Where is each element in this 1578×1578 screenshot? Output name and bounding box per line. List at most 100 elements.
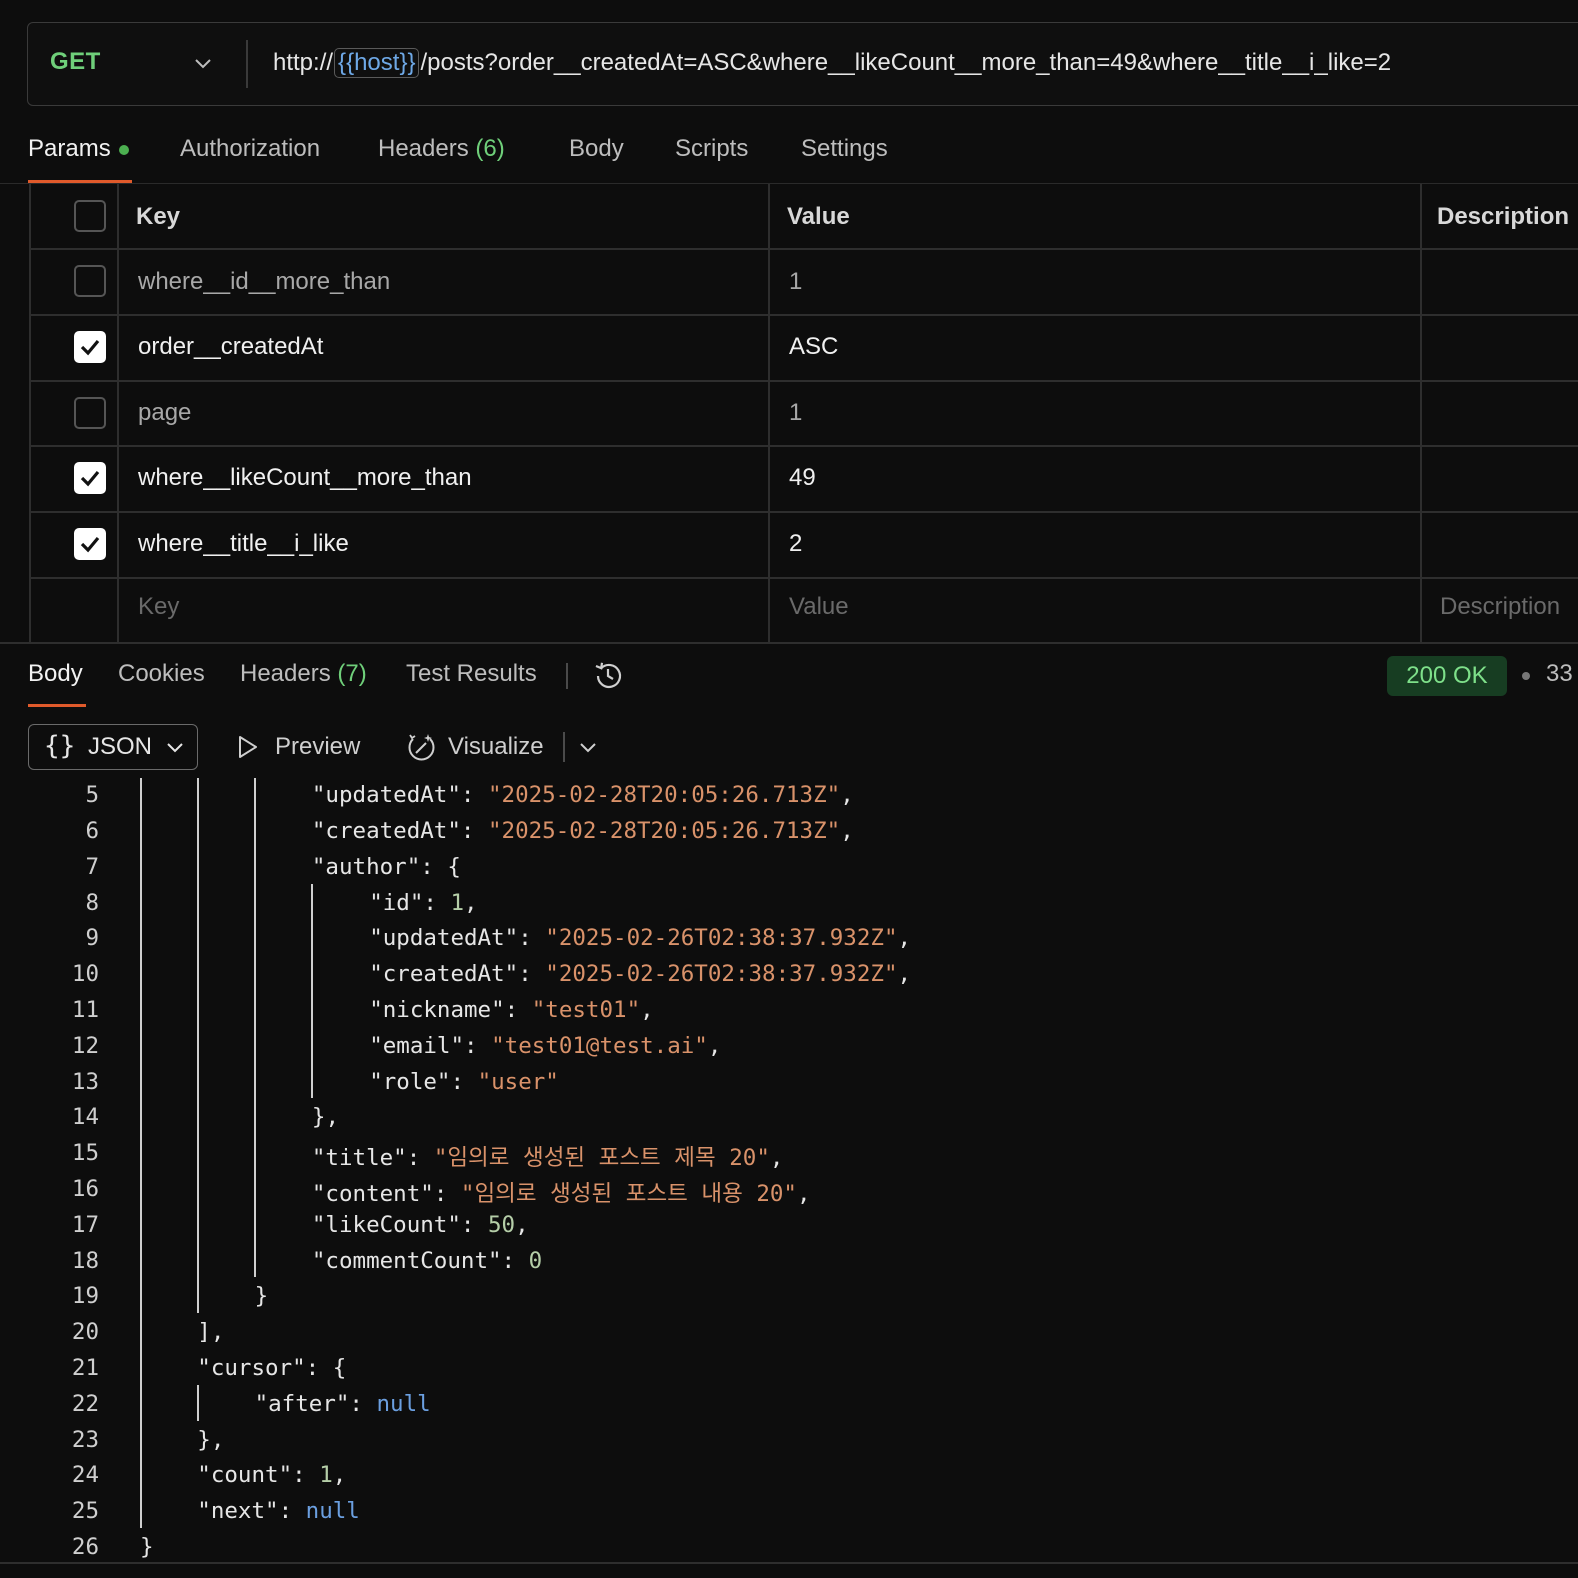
line-number: 8 [85,889,99,916]
line-number: 14 [71,1104,99,1131]
history-icon[interactable] [591,659,625,693]
indent-guide [254,778,256,1278]
param-checkbox[interactable] [74,265,106,297]
param-value[interactable]: 2 [789,530,802,558]
divider [29,511,1578,513]
new-param-value-input[interactable]: Value [789,593,849,621]
param-value[interactable]: 49 [789,464,816,492]
param-key[interactable]: order__createdAt [138,333,323,361]
params-active-dot [118,144,129,155]
line-number: 23 [71,1426,99,1453]
param-checkbox[interactable] [74,397,106,429]
tab-headers-label: Headers [378,135,469,162]
code-line: ], [197,1319,225,1346]
tab-params[interactable]: Params [28,135,129,163]
divider [768,184,770,642]
line-number: 22 [71,1390,99,1417]
chevron-down-icon[interactable] [192,52,214,74]
divider [29,184,31,642]
code-line: } [140,1534,154,1558]
indent-guide [197,1384,199,1421]
code-line: "after": null [254,1390,431,1417]
url-variable[interactable]: {{host}} [334,48,420,78]
preview-button[interactable]: Preview [275,733,360,761]
response-tab-body[interactable]: Body [28,660,83,688]
separator-dot [1522,672,1530,680]
code-line: "content": "임의로 생성된 포스트 내용 20", [311,1181,811,1207]
line-number: 15 [71,1140,99,1167]
line-number: 24 [71,1462,99,1489]
divider [29,314,1578,316]
code-line: "author": { [311,853,461,880]
tab-headers[interactable]: Headers (6) [378,135,505,163]
url-divider [246,40,248,88]
tab-body[interactable]: Body [569,135,624,163]
select-all-checkbox[interactable] [74,200,106,232]
divider [29,577,1578,579]
code-line: "next": null [197,1498,360,1525]
method-select[interactable]: GET [50,48,101,76]
param-key[interactable]: page [138,399,191,427]
code-line: "likeCount": 50, [311,1211,529,1238]
param-key[interactable]: where__title__i_like [138,530,349,558]
code-line: "title": "임의로 생성된 포스트 제목 20", [311,1145,784,1172]
url-path: /posts?order__createdAt=ASC&where__likeC… [420,49,1392,76]
line-number: 25 [71,1498,99,1525]
line-number: 7 [85,853,99,880]
params-table [29,184,1578,642]
response-tab-cookies[interactable]: Cookies [118,660,205,688]
param-checkbox[interactable] [74,528,106,560]
code-line: "id": 1, [369,889,478,916]
new-param-description-input[interactable]: Description [1440,593,1560,621]
code-line: "count": 1, [197,1462,347,1489]
response-tab-headers[interactable]: Headers (7) [240,660,367,688]
pane-divider[interactable] [0,642,1578,644]
code-line: "createdAt": "2025-02-26T02:38:37.932Z", [369,961,912,988]
line-number: 18 [71,1247,99,1274]
param-checkbox[interactable] [74,331,106,363]
new-param-key-input[interactable]: Key [138,593,179,621]
response-tab-test-results[interactable]: Test Results [406,660,537,688]
divider [29,445,1578,447]
response-time: 33 [1546,660,1573,687]
visualize-icon[interactable] [404,731,438,765]
response-tab-headers-count: (7) [337,660,367,687]
visualize-button[interactable]: Visualize [448,733,544,761]
tab-scripts[interactable]: Scripts [675,135,748,163]
column-header-description: Description [1437,203,1570,230]
response-tab-headers-label: Headers [240,660,331,687]
divider [566,663,568,689]
format-label: JSON [88,733,153,760]
checkmark-icon [80,536,100,553]
line-number: 6 [85,818,99,844]
code-line: } [254,1283,269,1310]
code-line: "role": "user" [369,1068,559,1095]
line-number: 13 [71,1068,99,1095]
divider [117,184,119,642]
divider [563,732,565,762]
line-number: 20 [71,1319,99,1346]
tab-headers-count: (6) [475,135,505,162]
line-number: 17 [71,1211,99,1238]
chevron-down-icon[interactable] [578,737,598,757]
code-line: }, [311,1104,339,1131]
status-badge[interactable]: 200 OK [1387,656,1507,696]
play-icon[interactable] [234,734,260,760]
divider [1420,184,1422,642]
divider [29,248,1578,250]
param-value[interactable]: ASC [789,333,838,361]
column-header-value: Value [787,203,850,230]
code-line: }, [197,1426,225,1453]
param-key[interactable]: where__likeCount__more_than [138,464,472,492]
param-value[interactable]: 1 [789,399,802,427]
response-body-viewer[interactable]: 5 "updatedAt": "2025-02-28T20:05:26.713Z"… [0,778,1578,1558]
param-checkbox[interactable] [74,462,106,494]
indent-guide [197,778,199,1314]
param-value[interactable]: 1 [789,268,802,296]
line-number: 12 [71,1032,99,1059]
url-input[interactable]: http://{{host}}/posts?order__createdAt=A… [273,48,1391,78]
param-key[interactable]: where__id__more_than [138,268,390,296]
tab-settings[interactable]: Settings [801,135,888,163]
url-prefix: http:// [273,49,334,76]
tab-authorization[interactable]: Authorization [180,135,320,163]
